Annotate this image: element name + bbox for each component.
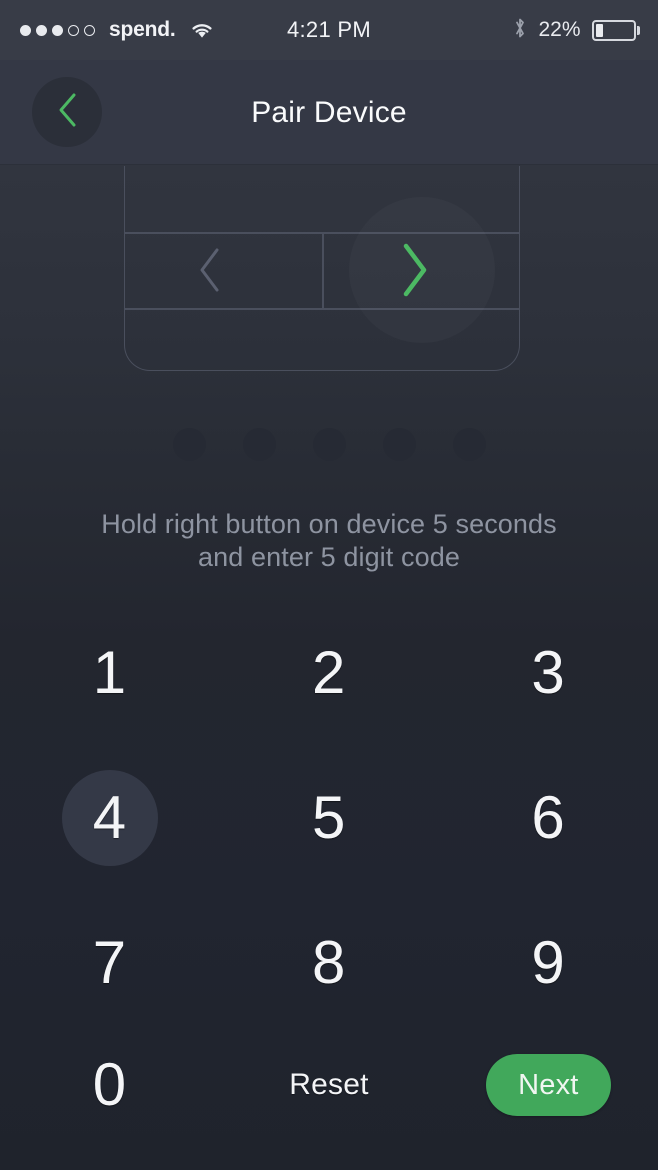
keypad-key-label: 0 bbox=[92, 1051, 127, 1118]
keypad-key-3[interactable]: 3 bbox=[439, 600, 658, 745]
keypad-key-4[interactable]: 4 bbox=[0, 745, 219, 890]
pin-dot-1 bbox=[172, 428, 206, 461]
instruction-line-1: Hold right button on device 5 seconds bbox=[101, 509, 557, 539]
next-button[interactable]: Next bbox=[485, 1054, 611, 1116]
device-right-button-chevron-right-icon bbox=[396, 240, 434, 305]
keypad-key-label: 1 bbox=[92, 638, 127, 706]
keypad-key-7[interactable]: 7 bbox=[0, 890, 219, 1035]
keypad-key-label: 3 bbox=[531, 638, 566, 706]
keypad-key-label: 8 bbox=[312, 928, 346, 996]
status-bar: spend. 4:21 PM 22% bbox=[0, 0, 658, 60]
keypad-key-label: 4 bbox=[92, 783, 127, 851]
keypad-row: 7 8 9 bbox=[0, 890, 658, 1035]
pin-dot-3 bbox=[312, 428, 346, 461]
keypad-key-label: 6 bbox=[531, 783, 566, 851]
reset-button-label: Reset bbox=[289, 1068, 369, 1101]
keypad-row: 4 5 6 bbox=[0, 745, 658, 890]
next-button-label: Next bbox=[518, 1068, 579, 1101]
pair-device-screen: spend. 4:21 PM 22% Pair Device Hold righ… bbox=[0, 0, 658, 1170]
keypad-key-8[interactable]: 8 bbox=[219, 890, 438, 1035]
keypad-key-1[interactable]: 1 bbox=[0, 600, 219, 745]
pin-dot-5 bbox=[452, 428, 486, 461]
next-button-cell: Next bbox=[439, 1020, 658, 1150]
battery-icon bbox=[591, 19, 640, 41]
keypad-key-label: 5 bbox=[312, 783, 346, 851]
status-bar-right: 22% bbox=[513, 0, 640, 60]
keypad-key-2[interactable]: 2 bbox=[219, 600, 438, 745]
reset-button[interactable]: Reset bbox=[219, 1020, 438, 1150]
keypad-key-label: 9 bbox=[531, 928, 566, 996]
instruction-line-2: and enter 5 digit code bbox=[198, 542, 460, 572]
clock-label: 4:21 PM bbox=[286, 17, 372, 42]
navigation-bar: Pair Device bbox=[0, 60, 658, 165]
keypad-key-6[interactable]: 6 bbox=[439, 745, 658, 890]
pin-code-dots bbox=[0, 428, 658, 461]
keypad-key-5[interactable]: 5 bbox=[219, 745, 438, 890]
keypad-row: 1 2 3 bbox=[0, 600, 658, 745]
pin-dot-2 bbox=[242, 428, 276, 461]
battery-percent-label: 22% bbox=[538, 18, 581, 41]
device-vertical-divider bbox=[322, 232, 324, 308]
keypad-key-9[interactable]: 9 bbox=[439, 890, 658, 1035]
device-illustration bbox=[124, 166, 520, 371]
bluetooth-icon bbox=[513, 16, 527, 45]
instruction-text: Hold right button on device 5 seconds an… bbox=[60, 508, 598, 574]
page-title: Pair Device bbox=[251, 95, 407, 129]
device-left-button-chevron-left-icon bbox=[194, 244, 226, 301]
keypad-key-label: 2 bbox=[312, 638, 346, 706]
keypad-key-0[interactable]: 0 bbox=[0, 1020, 219, 1150]
pin-dot-4 bbox=[382, 428, 416, 461]
numeric-keypad: 1 2 3 4 5 6 7 8 9 0 Reset Next bbox=[0, 600, 658, 1170]
keypad-row: 0 Reset Next bbox=[0, 1020, 658, 1150]
keypad-key-label: 7 bbox=[92, 928, 127, 996]
